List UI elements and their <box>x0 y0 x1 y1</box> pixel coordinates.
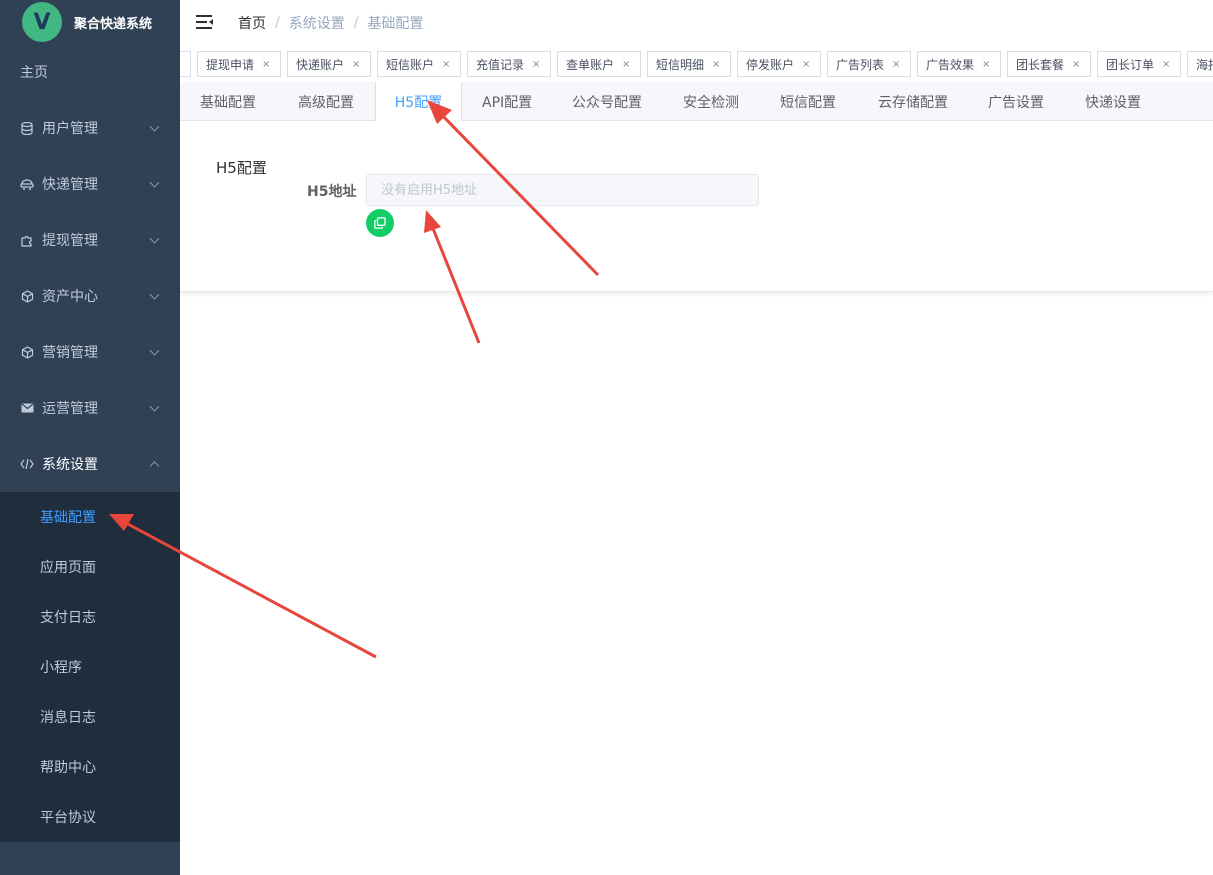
submenu-item-basic-config[interactable]: 基础配置 <box>0 492 180 542</box>
tag-item[interactable]: 充值记录 × <box>467 51 551 77</box>
sidebar-item-home[interactable]: 主页 <box>0 44 180 100</box>
hamburger-icon[interactable] <box>196 15 214 31</box>
sidebar-item-label: 营销管理 <box>42 345 98 361</box>
tag-item[interactable]: 停发账户 × <box>737 51 821 77</box>
sidebar-item-label: 提现管理 <box>42 233 98 249</box>
chevron-down-icon <box>149 401 160 412</box>
cube-icon <box>20 345 34 359</box>
sidebar-item-withdraw-management[interactable]: 提现管理 <box>0 212 180 268</box>
close-icon[interactable]: × <box>262 59 270 70</box>
chevron-down-icon <box>149 289 160 300</box>
sidebar-item-operations-management[interactable]: 运营管理 <box>0 380 180 436</box>
sidebar-item-label: 用户管理 <box>42 121 98 137</box>
navbar: 首页 / 系统设置 / 基础配置 <box>180 0 1213 46</box>
close-icon[interactable]: × <box>1072 59 1080 70</box>
tab-security-check[interactable]: 安全检测 <box>683 82 739 121</box>
tag-item[interactable]: 短信账户 × <box>377 51 461 77</box>
tag-item[interactable]: 查单账户 × <box>557 51 641 77</box>
sidebar-item-label: 快递管理 <box>42 177 98 193</box>
chevron-up-icon <box>149 461 160 472</box>
breadcrumb-separator: / <box>275 15 280 31</box>
breadcrumb-current: 基础配置 <box>367 16 424 32</box>
sidebar-item-system-settings[interactable]: 系统设置 <box>0 436 180 492</box>
sidebar-item-asset-center[interactable]: 资产中心 <box>0 268 180 324</box>
submenu-item-app-pages[interactable]: 应用页面 <box>0 542 180 592</box>
tag-item[interactable]: 团长订单 × <box>1097 51 1181 77</box>
breadcrumb-separator: / <box>353 15 359 31</box>
database-icon <box>20 121 34 135</box>
code-icon <box>20 457 34 471</box>
chevron-down-icon <box>149 177 160 188</box>
tag-item[interactable]: 提现申请 × <box>197 51 281 77</box>
tag-item[interactable]: 广告列表 × <box>827 51 911 77</box>
mail-icon <box>20 401 34 415</box>
close-icon[interactable]: × <box>712 59 720 70</box>
tab-ad-settings[interactable]: 广告设置 <box>988 82 1044 121</box>
system-settings-submenu: 基础配置 应用页面 支付日志 小程序 消息日志 帮助中心 平台协议 <box>0 492 180 842</box>
submenu-item-payment-log[interactable]: 支付日志 <box>0 592 180 642</box>
copy-icon <box>374 217 386 229</box>
sidebar-item-user-management[interactable]: 用户管理 <box>0 100 180 156</box>
sidebar-item-label: 系统设置 <box>42 457 98 473</box>
puzzle-icon <box>20 233 34 247</box>
chevron-down-icon <box>149 345 160 356</box>
close-icon[interactable]: × <box>892 59 900 70</box>
sidebar-item-courier-management[interactable]: 快递管理 <box>0 156 180 212</box>
tab-api-config[interactable]: API配置 <box>482 82 532 121</box>
app-title: 聚合快递系统 <box>74 16 153 32</box>
close-icon[interactable]: × <box>532 59 540 70</box>
tag-item[interactable]: 广告效果 × <box>917 51 1001 77</box>
h5-address-input[interactable] <box>366 174 759 206</box>
tab-h5-config[interactable]: H5配置 <box>375 82 462 122</box>
logo-icon: V <box>22 2 62 42</box>
tab-basic-config[interactable]: 基础配置 <box>200 82 256 121</box>
tab-courier-settings[interactable]: 快递设置 <box>1085 82 1141 121</box>
submenu-item-mini-program[interactable]: 小程序 <box>0 642 180 692</box>
close-icon[interactable]: × <box>982 59 990 70</box>
courier-icon <box>20 177 34 191</box>
tab-advanced-config[interactable]: 高级配置 <box>298 82 354 121</box>
breadcrumb: 首页 / 系统设置 / 基础配置 <box>238 13 423 33</box>
breadcrumb-system-settings: 系统设置 <box>288 16 345 32</box>
tab-sms-config[interactable]: 短信配置 <box>780 82 836 121</box>
sidebar-item-label: 运营管理 <box>42 401 98 417</box>
tab-official-account-config[interactable]: 公众号配置 <box>572 82 642 121</box>
breadcrumb-home[interactable]: 首页 <box>238 13 266 33</box>
submenu-item-message-log[interactable]: 消息日志 <box>0 692 180 742</box>
submenu-item-help-center[interactable]: 帮助中心 <box>0 742 180 792</box>
settings-tabs: 基础配置 高级配置 H5配置 API配置 公众号配置 安全检测 短信配置 云存储… <box>180 82 1213 122</box>
h5-address-label: H5地址 <box>307 184 357 200</box>
sidebar-item-marketing-management[interactable]: 营销管理 <box>0 324 180 380</box>
cube-icon <box>20 289 34 303</box>
chevron-down-icon <box>149 233 160 244</box>
submenu-item-platform-agreement[interactable]: 平台协议 <box>0 792 180 842</box>
h5-config-panel: H5配置 H5地址 <box>180 121 1213 292</box>
close-icon[interactable]: × <box>442 59 450 70</box>
tags-view: 提现申请 × 快递账户 × 短信账户 × 充值记录 × 查单账户 × 短信明细 × 停发账户… <box>180 48 1213 82</box>
logo[interactable]: V 聚合快递系统 <box>0 0 180 44</box>
close-icon[interactable]: × <box>622 59 630 70</box>
close-icon[interactable]: × <box>1162 59 1170 70</box>
tag-item[interactable]: 快递账户 × <box>287 51 371 77</box>
tab-cloud-storage-config[interactable]: 云存储配置 <box>878 82 948 121</box>
section-title: H5配置 <box>216 159 267 177</box>
tag-item[interactable]: 海报 <box>1187 51 1213 77</box>
close-icon[interactable]: × <box>802 59 810 70</box>
sidebar-item-label: 资产中心 <box>42 289 98 305</box>
close-icon[interactable]: × <box>352 59 360 70</box>
copy-button[interactable] <box>366 209 394 237</box>
app: V 聚合快递系统 主页 用户管理 快递管理 提现管理 资产中心 营销管理 运营管… <box>0 0 1213 875</box>
tag-partial[interactable] <box>180 51 191 77</box>
sidebar: V 聚合快递系统 主页 用户管理 快递管理 提现管理 资产中心 营销管理 运营管… <box>0 0 180 875</box>
chevron-down-icon <box>149 121 160 132</box>
tag-item[interactable]: 短信明细 × <box>647 51 731 77</box>
tag-item[interactable]: 团长套餐 × <box>1007 51 1091 77</box>
